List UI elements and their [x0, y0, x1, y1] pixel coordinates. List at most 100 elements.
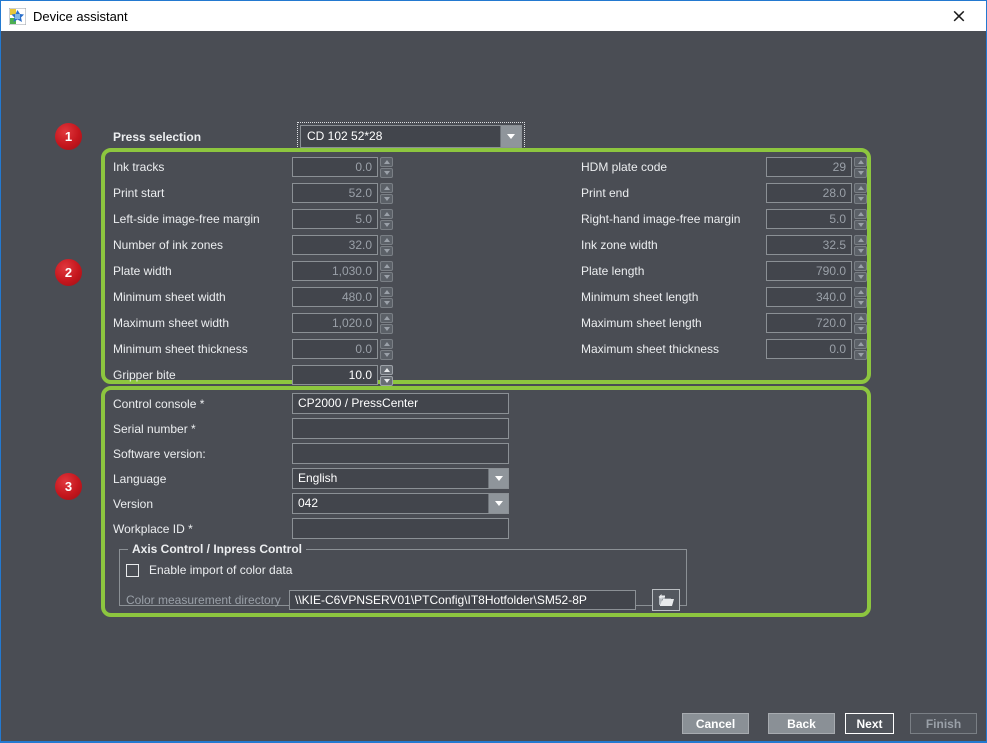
- parameter-row: Minimum sheet thickness0.0: [113, 336, 393, 362]
- left-side-image-free-margin-input[interactable]: 5.0: [292, 209, 378, 229]
- console-row: Version042: [113, 491, 509, 516]
- print-start-input[interactable]: 52.0: [292, 183, 378, 203]
- maximum-sheet-thickness-label: Maximum sheet thickness: [581, 342, 766, 356]
- spinner-down-button[interactable]: [380, 194, 393, 204]
- gripper-bite-label: Gripper bite: [113, 368, 292, 382]
- gripper-bite-input[interactable]: 10.0: [292, 365, 378, 385]
- plate-width-label: Plate width: [113, 264, 292, 278]
- minimum-sheet-length-input[interactable]: 340.0: [766, 287, 852, 307]
- ink-zone-width-input[interactable]: 32.5: [766, 235, 852, 255]
- spinner-down-button[interactable]: [854, 168, 867, 178]
- spinner-down-button[interactable]: [380, 220, 393, 230]
- arrow-up-icon: [384, 238, 390, 242]
- version-combobox[interactable]: 042: [292, 493, 509, 514]
- enable-color-import-checkbox[interactable]: [126, 564, 139, 577]
- spinner-up-button[interactable]: [380, 261, 393, 271]
- maximum-sheet-thickness-input[interactable]: 0.0: [766, 339, 852, 359]
- console-row: Software version:: [113, 441, 509, 466]
- spinner-up-button[interactable]: [854, 287, 867, 297]
- spinner-up-button[interactable]: [380, 183, 393, 193]
- finish-button[interactable]: Finish: [910, 713, 977, 734]
- spinner-down-button[interactable]: [854, 350, 867, 360]
- plate-width-input[interactable]: 1,030.0: [292, 261, 378, 281]
- back-button[interactable]: Back: [768, 713, 835, 734]
- spinner-up-button[interactable]: [380, 235, 393, 245]
- spinner: [854, 157, 867, 178]
- next-button[interactable]: Next: [845, 713, 894, 734]
- arrow-up-icon: [384, 160, 390, 164]
- press-selection-dropdown-button[interactable]: [500, 126, 521, 147]
- language-combobox[interactable]: English: [292, 468, 509, 489]
- spinner-up-button[interactable]: [854, 183, 867, 193]
- arrow-down-icon: [858, 223, 864, 227]
- spinner: [380, 209, 393, 230]
- spinner-up-button[interactable]: [854, 313, 867, 323]
- parameters-left-column: Ink tracks0.0Print start52.0Left-side im…: [113, 154, 393, 388]
- arrow-down-icon: [384, 327, 390, 331]
- control-console-input[interactable]: CP2000 / PressCenter: [292, 393, 509, 414]
- spinner-down-button[interactable]: [380, 168, 393, 178]
- minimum-sheet-thickness-label: Minimum sheet thickness: [113, 342, 292, 356]
- press-selection-combobox[interactable]: CD 102 52*28: [300, 125, 522, 148]
- spinner-up-button[interactable]: [380, 365, 393, 375]
- version-dropdown-button[interactable]: [488, 494, 508, 513]
- maximum-sheet-width-input[interactable]: 1,020.0: [292, 313, 378, 333]
- spinner-down-button[interactable]: [380, 298, 393, 308]
- arrow-up-icon: [384, 342, 390, 346]
- axis-control-fieldset: Axis Control / Inpress Control Enable im…: [119, 542, 687, 606]
- ink-tracks-input[interactable]: 0.0: [292, 157, 378, 177]
- console-row: Workplace ID *: [113, 516, 509, 541]
- chevron-down-icon: [495, 501, 503, 506]
- parameters-right-column: HDM plate code29Print end28.0Right-hand …: [581, 154, 867, 362]
- serial-number-input[interactable]: [292, 418, 509, 439]
- console-fields-column: Control console *CP2000 / PressCenterSer…: [113, 391, 509, 541]
- print-start-label: Print start: [113, 186, 292, 200]
- spinner-down-button[interactable]: [854, 246, 867, 256]
- spinner-up-button[interactable]: [854, 157, 867, 167]
- spinner-down-button[interactable]: [854, 272, 867, 282]
- spinner-down-button[interactable]: [380, 246, 393, 256]
- spinner-down-button[interactable]: [380, 324, 393, 334]
- parameter-row: Minimum sheet length340.0: [581, 284, 867, 310]
- arrow-up-icon: [858, 290, 864, 294]
- cancel-button[interactable]: Cancel: [682, 713, 749, 734]
- maximum-sheet-length-input[interactable]: 720.0: [766, 313, 852, 333]
- spinner-up-button[interactable]: [380, 209, 393, 219]
- minimum-sheet-thickness-input[interactable]: 0.0: [292, 339, 378, 359]
- spinner-up-button[interactable]: [854, 339, 867, 349]
- spinner-down-button[interactable]: [854, 298, 867, 308]
- control-console-label: Control console *: [113, 397, 292, 411]
- spinner-up-button[interactable]: [854, 209, 867, 219]
- arrow-down-icon: [384, 301, 390, 305]
- minimum-sheet-length-label: Minimum sheet length: [581, 290, 766, 304]
- spinner: [854, 287, 867, 308]
- maximum-sheet-length-label: Maximum sheet length: [581, 316, 766, 330]
- parameter-row: Plate length790.0: [581, 258, 867, 284]
- plate-length-input[interactable]: 790.0: [766, 261, 852, 281]
- spinner-up-button[interactable]: [854, 235, 867, 245]
- close-button[interactable]: ×: [942, 3, 976, 29]
- arrow-up-icon: [858, 212, 864, 216]
- spinner-up-button[interactable]: [380, 157, 393, 167]
- number-of-ink-zones-input[interactable]: 32.0: [292, 235, 378, 255]
- spinner-down-button[interactable]: [380, 272, 393, 282]
- software-version-input[interactable]: [292, 443, 509, 464]
- color-measurement-directory-input[interactable]: \\KIE-C6VPNSERV01\PTConfig\IT8Hotfolder\…: [289, 590, 636, 610]
- spinner-up-button[interactable]: [380, 287, 393, 297]
- spinner-down-button[interactable]: [854, 194, 867, 204]
- spinner-up-button[interactable]: [854, 261, 867, 271]
- press-selection-focus-ring: CD 102 52*28: [297, 122, 525, 151]
- spinner-up-button[interactable]: [380, 339, 393, 349]
- minimum-sheet-width-input[interactable]: 480.0: [292, 287, 378, 307]
- workplace-id-input[interactable]: [292, 518, 509, 539]
- spinner-up-button[interactable]: [380, 313, 393, 323]
- print-end-input[interactable]: 28.0: [766, 183, 852, 203]
- spinner-down-button[interactable]: [854, 324, 867, 334]
- spinner-down-button[interactable]: [380, 350, 393, 360]
- spinner-down-button[interactable]: [854, 220, 867, 230]
- browse-directory-button[interactable]: [652, 589, 680, 611]
- hdm-plate-code-input[interactable]: 29: [766, 157, 852, 177]
- language-dropdown-button[interactable]: [488, 469, 508, 488]
- right-hand-image-free-margin-input[interactable]: 5.0: [766, 209, 852, 229]
- spinner-down-button[interactable]: [380, 376, 393, 386]
